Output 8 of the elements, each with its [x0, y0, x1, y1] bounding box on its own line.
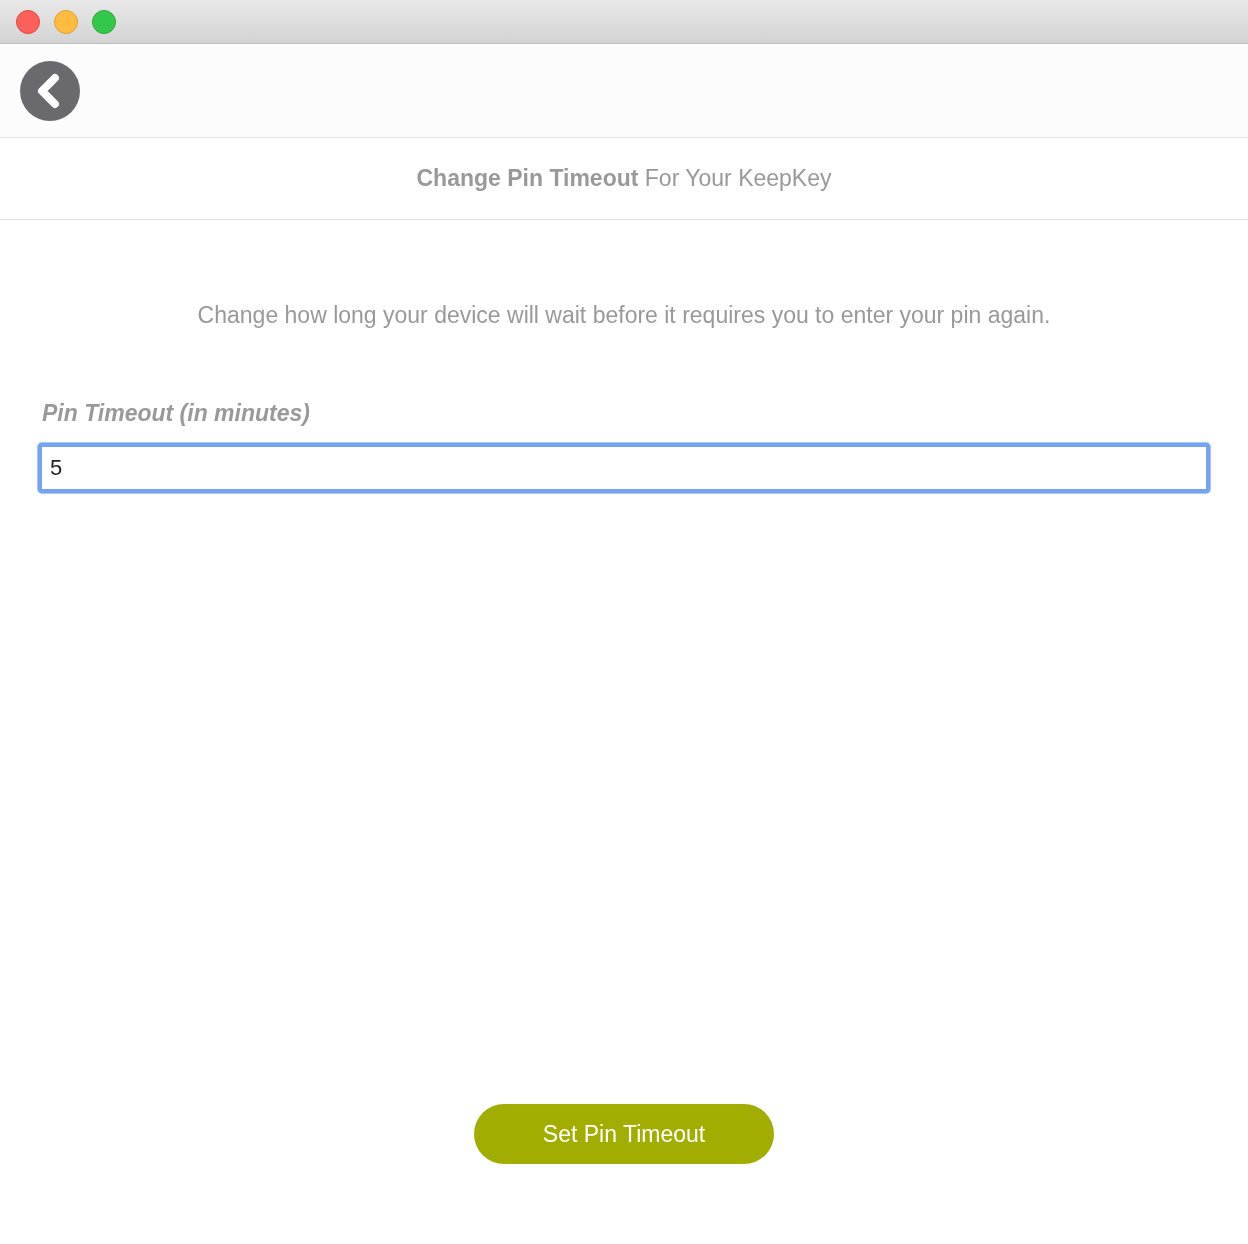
minimize-icon[interactable] — [54, 9, 78, 34]
zoom-icon[interactable] — [92, 9, 116, 34]
input-field[interactable]: 5 — [38, 443, 1210, 493]
description-text: Change how long your device will wait before it requires you to enter your pin again. — [196, 301, 1052, 330]
field-label: Pin Timeout (in minutes) — [42, 400, 311, 427]
page-title: Change Pin Timeout For Your KeepKey — [416, 165, 832, 192]
close-icon[interactable] — [16, 9, 40, 34]
back-button[interactable] — [20, 60, 80, 121]
